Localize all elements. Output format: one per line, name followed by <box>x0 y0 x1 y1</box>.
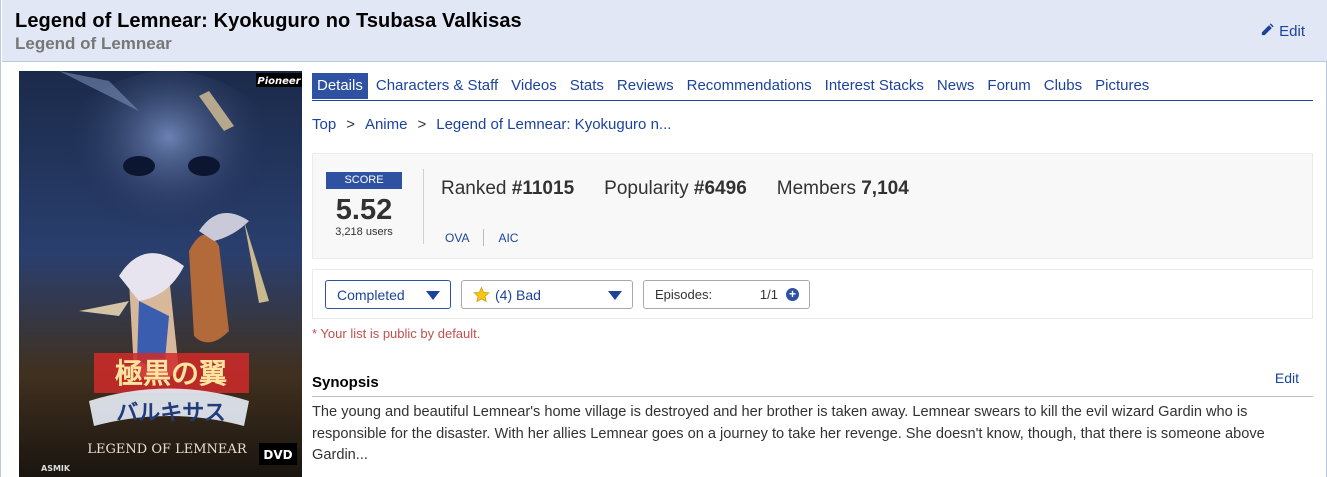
score-block[interactable]: SCORE 5.52 3,218 users <box>326 172 402 238</box>
breadcrumb-current[interactable]: Legend of Lemnear: Kyokuguro n... <box>436 116 671 133</box>
synopsis-title: Synopsis <box>312 374 379 391</box>
breadcrumb-anime[interactable]: Anime <box>365 116 408 133</box>
my-list-controls: Completed (4) Bad Episodes: 1/1 + <box>312 269 1313 319</box>
public-list-note: * Your list is public by default. <box>312 326 481 341</box>
svg-text:極黒の翼: 極黒の翼 <box>115 357 227 390</box>
studio-link[interactable]: AIC <box>498 231 518 245</box>
title-header: Legend of Lemnear: Kyokuguro no Tsubasa … <box>2 0 1327 62</box>
ranked-label: Ranked <box>441 178 507 199</box>
ranked-value: #11015 <box>511 178 575 199</box>
synopsis-edit-link[interactable]: Edit <box>1275 370 1299 386</box>
tab-clubs[interactable]: Clubs <box>1039 73 1087 99</box>
tab-reviews[interactable]: Reviews <box>612 73 679 99</box>
english-title: Legend of Lemnear <box>15 34 172 53</box>
tab-details[interactable]: Details <box>312 73 368 99</box>
tab-videos[interactable]: Videos <box>506 73 562 99</box>
divider <box>423 169 424 244</box>
rank-stats: Ranked #11015 Popularity #6496 Members 7… <box>441 178 939 200</box>
status-select[interactable]: Completed <box>325 280 451 309</box>
stats-box: SCORE 5.52 3,218 users Ranked #11015 Pop… <box>312 153 1313 259</box>
divider <box>483 229 485 246</box>
type-link[interactable]: OVA <box>445 231 469 245</box>
pencil-icon <box>1260 22 1275 41</box>
popularity-label: Popularity <box>604 178 689 199</box>
cover-english-title: LEGEND OF LEMNEAR <box>87 442 247 457</box>
score-label: SCORE <box>326 172 402 189</box>
members-label: Members <box>776 178 856 199</box>
episodes-field[interactable]: Episodes: 1/1 + <box>643 280 810 309</box>
breadcrumb-separator: > <box>417 116 427 133</box>
popularity-value: #6496 <box>693 178 747 199</box>
synopsis-header: Synopsis Edit <box>312 370 1313 397</box>
popularity-stat[interactable]: Popularity #6496 <box>604 178 747 200</box>
cover-image[interactable]: 極黒の翼 バルキサス LEGEND OF LEMNEAR Pioneer DVD… <box>19 71 302 477</box>
tab-pictures[interactable]: Pictures <box>1090 73 1154 99</box>
chevron-down-icon <box>608 291 622 300</box>
svg-text:バルキサス: バルキサス <box>116 400 226 426</box>
star-icon <box>473 286 490 303</box>
page-title: Legend of Lemnear: Kyokuguro no Tsubasa … <box>15 10 522 32</box>
synopsis-text: The young and beautiful Lemnear's home v… <box>312 404 1265 463</box>
score-select[interactable]: (4) Bad <box>461 280 633 309</box>
members-value: 7,104 <box>861 178 909 199</box>
tab-recommendations[interactable]: Recommendations <box>682 73 817 99</box>
tab-stats[interactable]: Stats <box>565 73 609 99</box>
tab-forum[interactable]: Forum <box>982 73 1035 99</box>
score-value: 5.52 <box>335 194 393 226</box>
tab-news[interactable]: News <box>932 73 980 99</box>
chevron-down-icon <box>426 291 440 300</box>
breadcrumb-top[interactable]: Top <box>312 116 336 133</box>
tab-characters-staff[interactable]: Characters & Staff <box>371 73 503 99</box>
svg-text:Pioneer: Pioneer <box>257 76 301 87</box>
edit-title-link[interactable]: Edit <box>1260 22 1305 41</box>
episodes-label: Episodes: <box>655 287 713 302</box>
score-users: 3,218 users <box>335 226 393 238</box>
ranked-stat[interactable]: Ranked #11015 <box>441 178 574 200</box>
svg-text:ASMIK: ASMIK <box>41 464 71 473</box>
score-value: (4) Bad <box>495 286 541 303</box>
svg-text:DVD: DVD <box>263 448 292 462</box>
breadcrumb: Top > Anime > Legend of Lemnear: Kyokugu… <box>312 116 671 133</box>
episodes-count: 1/1 <box>759 287 778 302</box>
detail-tabs: Details Characters & Staff Videos Stats … <box>312 73 1313 101</box>
tab-interest-stacks[interactable]: Interest Stacks <box>820 73 929 99</box>
info-row: OVA AIC <box>445 229 518 246</box>
increment-icon[interactable]: + <box>786 288 799 301</box>
breadcrumb-separator: > <box>346 116 355 133</box>
edit-label: Edit <box>1279 23 1305 40</box>
anime-page: Legend of Lemnear: Kyokuguro no Tsubasa … <box>0 0 1327 477</box>
status-value: Completed <box>337 286 405 303</box>
members-stat: Members 7,104 <box>777 178 909 200</box>
